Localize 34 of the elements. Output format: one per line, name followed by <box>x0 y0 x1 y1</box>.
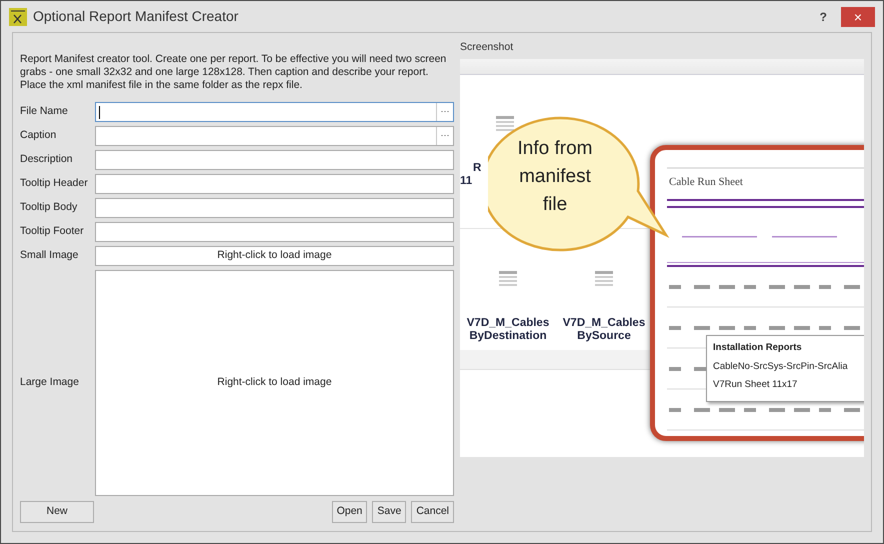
field-label: File Name <box>20 104 69 120</box>
report-tile-label[interactable]: V7D_M_Cables BySource <box>562 316 646 343</box>
field-label: Tooltip Footer <box>20 224 85 240</box>
field-label: Caption <box>20 128 58 144</box>
text-field[interactable] <box>95 174 454 194</box>
new-button[interactable]: New <box>20 501 94 523</box>
field-label: Description <box>20 152 74 168</box>
panel-label: Screenshot <box>460 40 514 55</box>
text-field[interactable] <box>95 150 454 170</box>
app-logo-icon <box>9 8 27 26</box>
image-load-area[interactable]: Right-click to load image <box>95 270 454 496</box>
help-button[interactable]: ? <box>812 8 835 26</box>
field-label: Small Image <box>20 248 80 264</box>
field-label: Tooltip Header <box>20 176 89 192</box>
dialog-button[interactable]: Save <box>372 501 406 523</box>
window-title: Optional Report Manifest Creator <box>33 7 238 26</box>
sheet-title: Cable Run Sheet <box>669 174 743 190</box>
report-tile-label[interactable]: R 11 <box>460 162 482 188</box>
callout-text: Info from manifest file <box>516 136 594 217</box>
report-tile-label[interactable]: V7D_M_Cables ByDestination <box>466 316 550 343</box>
text-field[interactable]: ··· <box>95 126 454 146</box>
text-field[interactable] <box>95 222 454 242</box>
text-field[interactable] <box>95 198 454 218</box>
field-label: Tooltip Body <box>20 200 78 216</box>
dialog-button[interactable]: Cancel <box>411 501 454 523</box>
close-button[interactable]: × <box>841 6 875 26</box>
dialog-button[interactable]: Open <box>332 501 368 523</box>
image-load-button[interactable]: Right-click to load image <box>95 246 454 266</box>
field-label: Large Image <box>20 375 80 390</box>
tooltip-text: CableNo-SrcSys-SrcPin-SrcAlia <box>713 360 849 374</box>
text-field[interactable]: ··· <box>95 102 454 122</box>
tooltip-text: V7Run Sheet 11x17 <box>713 378 798 392</box>
tooltip-title: Installation Reports <box>713 340 803 355</box>
intro-text: Report Manifest creator tool. Create one per report. To be effective you will need two screen grabs - one small 32x32 and one large 128x128. Then caption and describe your report. Place the xml manifest file in the same folder as the repx file. <box>20 53 448 92</box>
